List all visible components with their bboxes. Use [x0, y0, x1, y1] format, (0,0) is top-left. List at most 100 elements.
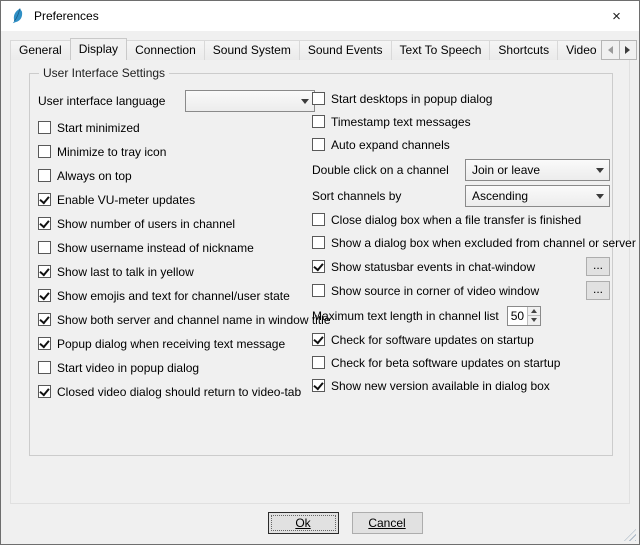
tab-scroll-right-button[interactable] [620, 40, 638, 60]
checkbox-close-filetransfer-dialog[interactable]: Close dialog box when a file transfer is… [312, 213, 581, 227]
spinner-buttons [527, 307, 540, 325]
checkbox-box[interactable] [38, 217, 51, 230]
language-combobox[interactable] [185, 90, 315, 112]
tab-connection[interactable]: Connection [126, 40, 205, 60]
statusbar-events-row: Show statusbar events in chat-window ... [312, 257, 610, 276]
tab-sound-system[interactable]: Sound System [204, 40, 300, 60]
double-click-combobox[interactable]: Join or leave [465, 159, 610, 181]
checkbox-box[interactable] [312, 333, 325, 346]
checkbox-box[interactable] [38, 145, 51, 158]
tab-bar: General Display Connection Sound System … [10, 38, 630, 60]
checkbox-minimize-to-tray[interactable]: Minimize to tray icon [38, 145, 166, 159]
checkbox-label: Show number of users in channel [57, 217, 235, 231]
checkbox-box[interactable] [38, 193, 51, 206]
checkbox-show-emojis[interactable]: Show emojis and text for channel/user st… [38, 289, 290, 303]
app-icon [10, 8, 26, 24]
tab-text-to-speech[interactable]: Text To Speech [391, 40, 491, 60]
checkbox-start-desktops-popup[interactable]: Start desktops in popup dialog [312, 92, 492, 106]
spinner-up-button[interactable] [528, 307, 540, 317]
checkbox-start-video-popup[interactable]: Start video in popup dialog [38, 361, 199, 375]
checkbox-box[interactable] [312, 213, 325, 226]
chevron-down-icon [301, 99, 309, 104]
max-text-length-row: Maximum text length in channel list 50 [312, 305, 610, 326]
video-source-config-button[interactable]: ... [586, 281, 610, 300]
checkbox-box[interactable] [38, 289, 51, 302]
checkbox-label: Auto expand channels [331, 138, 450, 152]
checkbox-label: Timestamp text messages [331, 115, 471, 129]
double-click-row: Double click on a channel Join or leave [312, 159, 610, 181]
checkbox-show-excluded-dialog[interactable]: Show a dialog box when excluded from cha… [312, 236, 636, 250]
language-row: User interface language [38, 90, 315, 112]
checkbox-box[interactable] [312, 260, 325, 273]
checkbox-box[interactable] [312, 284, 325, 297]
sort-channels-row: Sort channels by Ascending [312, 185, 610, 207]
checkbox-box[interactable] [38, 169, 51, 182]
checkbox-box[interactable] [312, 379, 325, 392]
checkbox-always-on-top[interactable]: Always on top [38, 169, 132, 183]
double-click-label: Double click on a channel [312, 163, 449, 177]
checkbox-label: Show statusbar events in chat-window [331, 260, 535, 274]
dialog-footer: Ok Cancel [1, 512, 639, 534]
checkbox-check-beta-updates[interactable]: Check for beta software updates on start… [312, 356, 560, 370]
checkbox-box[interactable] [38, 265, 51, 278]
checkbox-box[interactable] [312, 115, 325, 128]
tab-display[interactable]: Display [70, 38, 127, 60]
checkbox-box[interactable] [38, 385, 51, 398]
cancel-button[interactable]: Cancel [352, 512, 423, 534]
max-text-length-value: 50 [508, 307, 527, 325]
checkbox-timestamp-messages[interactable]: Timestamp text messages [312, 115, 471, 129]
cancel-button-label: Cancel [368, 516, 405, 530]
checkbox-label: Minimize to tray icon [57, 145, 166, 159]
checkbox-box[interactable] [38, 337, 51, 350]
close-icon: × [612, 8, 621, 25]
tab-video[interactable]: Video [557, 40, 605, 60]
checkbox-label: Closed video dialog should return to vid… [57, 385, 301, 399]
title-bar[interactable]: Preferences × [1, 1, 639, 31]
checkbox-box[interactable] [312, 236, 325, 249]
ellipsis-icon: ... [593, 283, 603, 295]
checkbox-closed-video-return[interactable]: Closed video dialog should return to vid… [38, 385, 301, 399]
checkbox-label: Start desktops in popup dialog [331, 92, 492, 106]
user-interface-settings-group: User Interface Settings User interface l… [29, 73, 613, 456]
checkbox-label: Popup dialog when receiving text message [57, 337, 285, 351]
checkbox-show-user-count[interactable]: Show number of users in channel [38, 217, 235, 231]
checkbox-box[interactable] [38, 313, 51, 326]
checkbox-label: Show new version available in dialog box [331, 379, 550, 393]
checkbox-server-channel-in-title[interactable]: Show both server and channel name in win… [38, 313, 331, 327]
ok-button-label: Ok [295, 516, 310, 530]
checkbox-enable-vu-meter[interactable]: Enable VU-meter updates [38, 193, 195, 207]
tab-shortcuts[interactable]: Shortcuts [489, 40, 558, 60]
checkbox-box[interactable] [38, 121, 51, 134]
max-text-length-spinner[interactable]: 50 [507, 306, 541, 326]
checkbox-last-to-talk[interactable]: Show last to talk in yellow [38, 265, 194, 279]
tab-general[interactable]: General [10, 40, 71, 60]
left-column: User interface language Start minimized … [38, 90, 315, 407]
ok-button[interactable]: Ok [268, 512, 339, 534]
checkbox-box[interactable] [38, 361, 51, 374]
checkbox-label: Show a dialog box when excluded from cha… [331, 236, 636, 250]
statusbar-events-config-button[interactable]: ... [586, 257, 610, 276]
checkbox-box[interactable] [312, 138, 325, 151]
tab-sound-events[interactable]: Sound Events [299, 40, 392, 60]
checkbox-box[interactable] [312, 356, 325, 369]
checkbox-auto-expand-channels[interactable]: Auto expand channels [312, 138, 450, 152]
tab-scroll-left-button[interactable] [601, 40, 620, 60]
checkbox-popup-text-message[interactable]: Popup dialog when receiving text message [38, 337, 285, 351]
tab-scroll-control [601, 40, 637, 60]
checkbox-check-updates[interactable]: Check for software updates on startup [312, 333, 534, 347]
window-title: Preferences [34, 9, 99, 23]
checkbox-box[interactable] [312, 92, 325, 105]
checkbox-show-new-version[interactable]: Show new version available in dialog box [312, 379, 550, 393]
checkbox-show-username[interactable]: Show username instead of nickname [38, 241, 254, 255]
spinner-down-button[interactable] [528, 316, 540, 325]
close-button[interactable]: × [594, 1, 639, 31]
sort-channels-value: Ascending [472, 189, 528, 203]
checkbox-start-minimized[interactable]: Start minimized [38, 121, 140, 135]
checkbox-label: Show both server and channel name in win… [57, 313, 331, 327]
checkbox-box[interactable] [38, 241, 51, 254]
checkbox-statusbar-events[interactable]: Show statusbar events in chat-window [312, 260, 535, 274]
checkbox-label: Check for beta software updates on start… [331, 356, 560, 370]
sort-channels-combobox[interactable]: Ascending [465, 185, 610, 207]
checkbox-video-source-corner[interactable]: Show source in corner of video window [312, 284, 539, 298]
checkbox-label: Start minimized [57, 121, 140, 135]
